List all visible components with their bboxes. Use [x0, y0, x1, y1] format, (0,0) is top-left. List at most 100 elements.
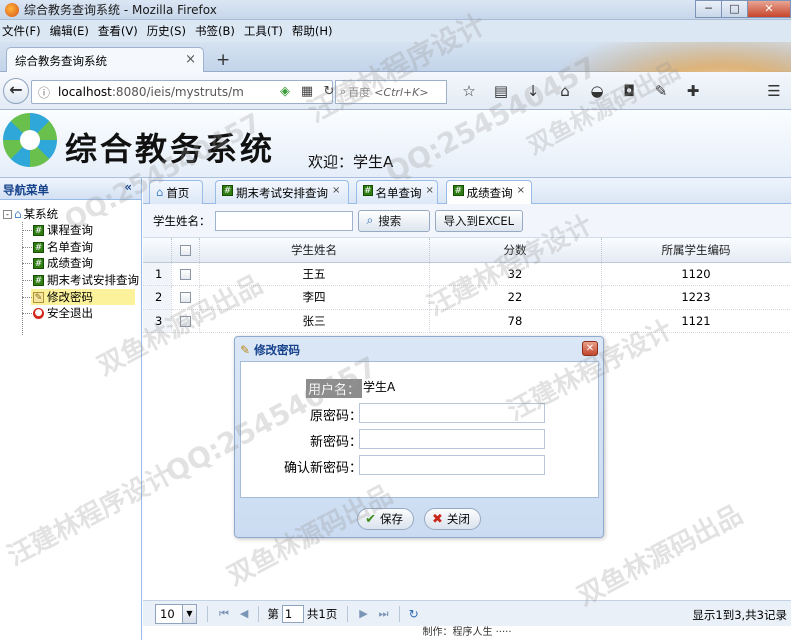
- column-header[interactable]: 分数: [429, 238, 602, 263]
- tab-grades[interactable]: # 成绩查询 ×: [446, 180, 532, 205]
- chat-icon[interactable]: ◒: [586, 82, 608, 100]
- browser-tab[interactable]: 综合教务查询系统 ×: [6, 47, 204, 73]
- last-page-icon[interactable]: ⏭: [379, 607, 389, 621]
- url-bar[interactable]: ⓘ localhost :8080/ieis/mystruts/m ◈ ▦ ↻: [31, 80, 334, 104]
- pocket-icon[interactable]: ◘: [618, 82, 640, 100]
- puzzle-icon[interactable]: ✚: [682, 82, 704, 100]
- browser-navbar: ← ⓘ localhost :8080/ieis/mystruts/m ◈ ▦ …: [0, 72, 791, 110]
- student-name-input[interactable]: [214, 210, 353, 231]
- column-header[interactable]: 学生姓名: [199, 238, 430, 263]
- menu-bookmarks[interactable]: 书签(B): [195, 23, 235, 39]
- tab-close-icon[interactable]: ×: [517, 185, 525, 196]
- row-checkbox[interactable]: [179, 292, 191, 304]
- export-excel-button[interactable]: 导入到EXCEL: [434, 209, 524, 232]
- tree-root[interactable]: - ⌂ 某系统: [0, 206, 141, 222]
- close-button-label: 关闭: [446, 512, 470, 526]
- tab-roster[interactable]: # 名单查询 ×: [356, 180, 438, 204]
- nav-sidebar: 导航菜单 « - ⌂ 某系统 # 课程查询 # 名单查询 # 成绩查询 # 期末…: [0, 178, 142, 640]
- dialog-titlebar[interactable]: ✎ 修改密码: [235, 337, 603, 359]
- sidebar-header: 导航菜单 «: [0, 178, 141, 200]
- sidebar-title: 导航菜单: [3, 183, 49, 197]
- save-button[interactable]: ✔ 保存: [357, 508, 414, 530]
- home-icon[interactable]: ⌂: [554, 82, 576, 100]
- select-all-header[interactable]: [171, 238, 200, 263]
- welcome-text: 欢迎：学生A: [308, 153, 394, 171]
- row-select-cell[interactable]: [171, 262, 200, 286]
- grades-table: 学生姓名 分数 所属学生编码 1 王五 32 1120 2 李四 22 1223…: [143, 238, 791, 333]
- close-window-button[interactable]: ✕: [747, 0, 791, 18]
- url-path: :8080/ieis/mystruts/m: [111, 85, 244, 99]
- row-checkbox[interactable]: [179, 315, 191, 327]
- first-page-icon[interactable]: ⏮: [219, 607, 229, 621]
- table-row[interactable]: 3 张三 78 1121: [143, 309, 791, 333]
- sidebar-item-course[interactable]: # 课程查询: [0, 222, 141, 239]
- download-icon[interactable]: ↓: [522, 82, 544, 100]
- nav-tree: - ⌂ 某系统 # 课程查询 # 名单查询 # 成绩查询 # 期末考试安排查询 …: [0, 200, 141, 335]
- browser-tab-close-icon[interactable]: ×: [185, 52, 196, 67]
- sidebar-item-change-password[interactable]: ✎ 修改密码: [22, 288, 135, 306]
- collapse-icon[interactable]: «: [124, 180, 132, 194]
- sidebar-item-label: 安全退出: [47, 306, 93, 321]
- extension-icon[interactable]: ✎: [650, 82, 672, 100]
- dialog-title: 修改密码: [254, 343, 301, 357]
- back-button[interactable]: ←: [3, 78, 29, 104]
- tab-home[interactable]: ⌂ 首页: [149, 180, 203, 204]
- tab-label: 首页: [166, 186, 190, 200]
- grid-icon: #: [33, 224, 44, 236]
- new-tab-button[interactable]: +: [216, 50, 230, 70]
- reader-icon[interactable]: ▤: [490, 82, 512, 100]
- minimize-button[interactable]: ─: [695, 0, 722, 18]
- search-bar[interactable]: ⌕ 百度 <Ctrl+K>: [335, 80, 447, 104]
- close-dialog-button[interactable]: ✖ 关闭: [424, 508, 481, 530]
- search-button[interactable]: ⌕ 搜索: [357, 209, 430, 232]
- shield-icon[interactable]: ◈: [277, 84, 293, 100]
- collapse-toggle-icon[interactable]: -: [3, 209, 12, 219]
- qr-icon[interactable]: ▦: [299, 84, 315, 100]
- grid-icon: #: [222, 185, 233, 196]
- check-icon: ✔: [365, 511, 376, 527]
- column-header[interactable]: 所属学生编码: [601, 238, 791, 263]
- refresh-icon[interactable]: ↻: [409, 607, 419, 621]
- menu-edit[interactable]: 编辑(E): [50, 23, 89, 39]
- grid-icon: #: [453, 185, 464, 196]
- page-number-input[interactable]: 1: [281, 604, 304, 623]
- maximize-button[interactable]: □: [721, 0, 748, 18]
- tab-close-icon[interactable]: ×: [332, 185, 340, 196]
- next-page-icon[interactable]: ▶: [359, 607, 367, 620]
- grid-icon: #: [363, 185, 373, 196]
- pager-divider: [398, 605, 400, 622]
- tab-exam-schedule[interactable]: # 期末考试安排查询 ×: [215, 180, 349, 204]
- table-row[interactable]: 1 王五 32 1120: [143, 262, 791, 286]
- sidebar-item-roster[interactable]: # 名单查询: [0, 239, 141, 256]
- old-password-field[interactable]: [359, 403, 545, 423]
- student-code-cell: 1223: [601, 285, 791, 310]
- table-row[interactable]: 2 李四 22 1223: [143, 285, 791, 310]
- menu-tools[interactable]: 工具(T): [244, 23, 283, 39]
- sidebar-item-grades[interactable]: # 成绩查询: [0, 255, 141, 272]
- row-select-cell[interactable]: [171, 285, 200, 310]
- info-icon: ⓘ: [38, 85, 51, 100]
- prev-page-icon[interactable]: ◀: [240, 607, 248, 620]
- menu-history[interactable]: 历史(S): [147, 23, 186, 39]
- new-password-field[interactable]: [359, 429, 545, 449]
- menu-view[interactable]: 查看(V): [98, 23, 138, 39]
- page-size-select[interactable]: 10 ▼: [155, 603, 197, 624]
- menu-file[interactable]: 文件(F): [2, 23, 41, 39]
- student-name-cell: 王五: [199, 262, 430, 286]
- sidebar-item-logout[interactable]: ● 安全退出: [0, 305, 141, 322]
- menu-icon[interactable]: ☰: [763, 82, 785, 100]
- star-icon[interactable]: ☆: [458, 82, 480, 100]
- menu-help[interactable]: 帮助(H): [292, 23, 333, 39]
- dialog-close-icon[interactable]: ✕: [582, 341, 598, 356]
- row-select-cell[interactable]: [171, 309, 200, 333]
- row-checkbox[interactable]: [179, 268, 191, 280]
- student-name-label: 学生姓名：: [153, 213, 211, 228]
- exit-icon: ●: [33, 308, 44, 320]
- confirm-password-row: 确认新密码：: [241, 454, 600, 476]
- select-all-checkbox[interactable]: [179, 244, 191, 256]
- tab-close-icon[interactable]: ×: [426, 185, 434, 196]
- grid-icon: #: [33, 258, 44, 270]
- confirm-password-field[interactable]: [359, 455, 545, 475]
- sidebar-item-exam-schedule[interactable]: # 期末考试安排查询: [0, 272, 141, 289]
- page-size-value: 10: [160, 606, 175, 621]
